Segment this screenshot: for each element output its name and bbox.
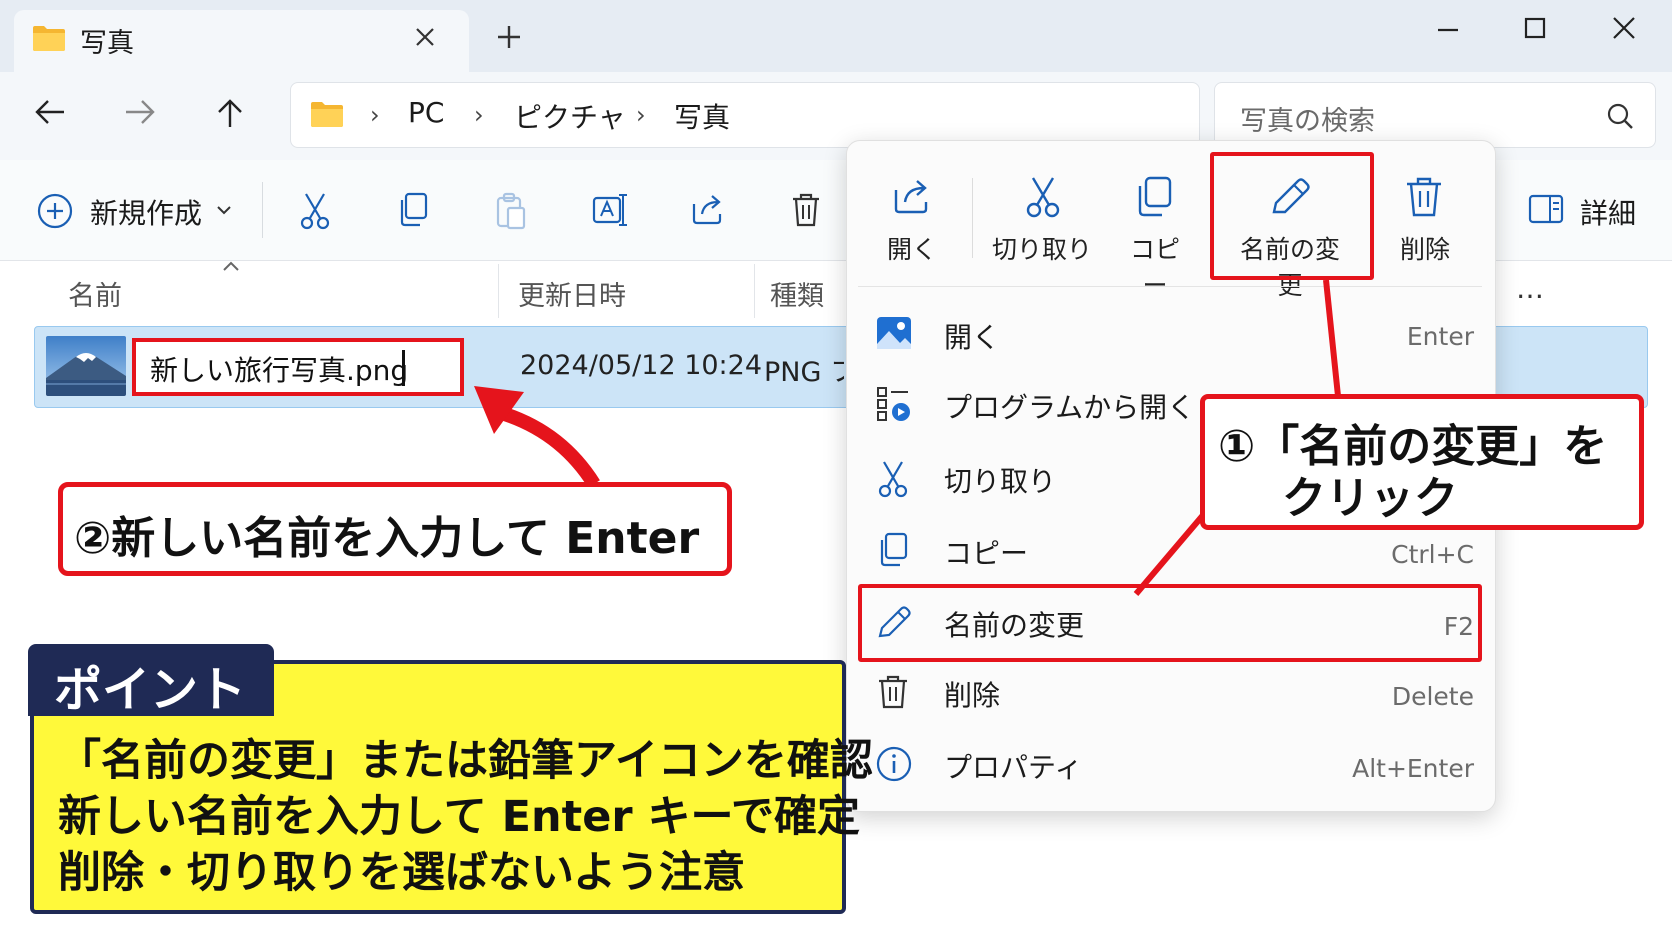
copy-icon xyxy=(876,532,910,568)
trash-icon[interactable] xyxy=(1404,176,1444,218)
rename-input-value: 新しい旅行写真.png xyxy=(150,354,409,387)
menu-item-delete[interactable]: 削除 xyxy=(944,674,1000,714)
column-modified[interactable]: 更新日時 xyxy=(518,274,626,313)
point-line-2: 新しい名前を入力して Enter キーで確定 xyxy=(58,792,860,842)
breadcrumb-photos[interactable]: 写真 xyxy=(674,96,730,136)
ctx-top-copy-label[interactable]: コピー xyxy=(1118,230,1192,302)
forward-arrow-icon[interactable] xyxy=(124,98,156,126)
minimize-icon[interactable] xyxy=(1436,18,1460,42)
new-button[interactable]: 新規作成 xyxy=(90,192,202,232)
shortcut-properties: Alt+Enter xyxy=(1352,754,1474,783)
toolbar-divider xyxy=(262,182,263,238)
window-close-icon[interactable] xyxy=(1612,16,1636,40)
menu-item-copy[interactable]: コピー xyxy=(944,532,1028,572)
back-arrow-icon[interactable] xyxy=(34,98,66,126)
callout-step1-line2: クリック xyxy=(1282,473,1458,524)
info-icon xyxy=(876,746,912,782)
ctx-top-cut-label[interactable]: 切り取り xyxy=(990,230,1094,266)
column-divider[interactable] xyxy=(498,264,499,318)
search-icon[interactable] xyxy=(1606,102,1634,130)
plus-circle-icon[interactable] xyxy=(36,192,74,230)
menu-item-open[interactable]: 開く xyxy=(944,316,1000,356)
copy-icon[interactable] xyxy=(1134,176,1174,218)
menu-item-cut[interactable]: 切り取り xyxy=(944,460,1056,500)
paste-icon[interactable] xyxy=(494,192,528,230)
point-line-3: 削除・切り取りを選ばないよう注意 xyxy=(58,848,746,898)
column-name[interactable]: 名前 xyxy=(68,274,122,313)
chevron-down-icon[interactable] xyxy=(216,204,232,216)
more-options-icon[interactable]: … xyxy=(1516,272,1546,305)
menu-item-properties[interactable]: プロパティ xyxy=(944,746,1082,786)
chevron-right-icon: › xyxy=(370,101,380,129)
chevron-right-icon: › xyxy=(636,101,646,129)
sort-caret-icon xyxy=(222,260,240,272)
highlight-rename-top xyxy=(1210,152,1374,280)
scissors-icon[interactable] xyxy=(1024,176,1062,218)
point-line-1: 「名前の変更」または鉛筆アイコンを確認 xyxy=(58,736,873,786)
scissors-icon xyxy=(876,460,910,498)
apps-icon xyxy=(876,386,912,422)
column-type[interactable]: 種類 xyxy=(770,274,824,313)
folder-icon xyxy=(32,24,66,52)
search-placeholder: 写真の検索 xyxy=(1240,106,1375,137)
callout-step2-text: ②新しい名前を入力して Enter xyxy=(74,513,700,564)
breadcrumb-pc[interactable]: PC xyxy=(408,96,444,129)
new-tab-icon[interactable] xyxy=(496,24,522,50)
point-tag-text: ポイント xyxy=(54,662,247,718)
trash-icon xyxy=(876,674,910,710)
rename-icon[interactable] xyxy=(592,192,628,228)
details-pane-icon[interactable] xyxy=(1528,194,1564,224)
close-icon[interactable] xyxy=(414,26,436,48)
breadcrumb-pictures[interactable]: ピクチャ xyxy=(514,96,626,136)
ctx-top-delete-label[interactable]: 削除 xyxy=(1398,230,1452,266)
share-icon[interactable] xyxy=(690,192,726,226)
chevron-right-icon: › xyxy=(474,101,484,129)
menu-separator xyxy=(858,286,1482,287)
shortcut-copy: Ctrl+C xyxy=(1391,540,1474,569)
mountain-thumbnail xyxy=(46,336,126,396)
menu-item-open-with[interactable]: プログラムから開く xyxy=(944,386,1195,426)
open-share-icon[interactable] xyxy=(892,176,932,216)
highlight-rename-item xyxy=(858,584,1482,662)
shortcut-open: Enter xyxy=(1406,322,1474,351)
text-caret xyxy=(402,350,405,386)
menu-divider xyxy=(972,178,973,258)
scissors-icon[interactable] xyxy=(298,192,332,230)
column-divider[interactable] xyxy=(754,264,755,318)
folder-icon xyxy=(310,100,344,128)
details-button[interactable]: 詳細 xyxy=(1580,192,1636,232)
row-modified: 2024/05/12 10:24 xyxy=(520,350,763,381)
up-arrow-icon[interactable] xyxy=(216,98,244,128)
ctx-top-open-label[interactable]: 開く xyxy=(886,230,938,266)
shortcut-delete: Delete xyxy=(1391,682,1474,711)
image-icon xyxy=(876,316,912,350)
tab-title: 写真 xyxy=(80,28,134,59)
maximize-icon[interactable] xyxy=(1523,16,1547,40)
row-type: PNG ファイル xyxy=(764,357,844,388)
copy-icon[interactable] xyxy=(396,192,430,228)
trash-icon[interactable] xyxy=(790,192,822,228)
